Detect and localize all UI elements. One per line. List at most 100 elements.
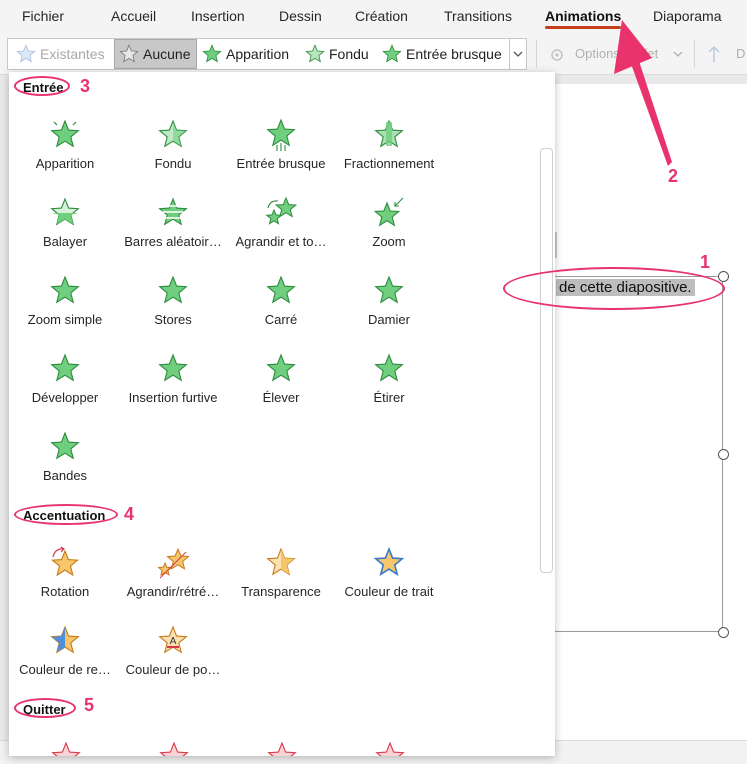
effect-agrandir-et-tourner[interactable]: Agrandir et to… <box>227 196 335 249</box>
effect-label: Développer <box>31 390 99 405</box>
basic-zoom-star-icon <box>50 275 80 304</box>
effect-label: Transparence <box>241 584 321 599</box>
tab-insertion[interactable]: Insertion <box>191 8 245 24</box>
annotation-number: 2 <box>668 166 679 186</box>
effect-agrandir-retrecir[interactable]: Agrandir/rétré… <box>119 546 227 599</box>
effect-label: Bandes <box>42 468 88 483</box>
gallery-label: Fondu <box>329 46 369 62</box>
effect-couleur-de-trait[interactable]: Couleur de trait <box>335 546 443 599</box>
animation-effects-dropdown: Entrée Accentuation Quitter Apparition F… <box>9 72 555 756</box>
gallery-item-apparition[interactable]: Apparition <box>198 39 300 69</box>
effect-label: Agrandir/rétré… <box>126 584 220 599</box>
effect-barres-aleatoires[interactable]: Barres aléatoir… <box>119 196 227 249</box>
effect-label: Zoom <box>372 234 406 249</box>
exit-star-icon <box>159 741 189 756</box>
fly-in-star-icon <box>266 118 296 151</box>
gallery-dropdown-button[interactable] <box>509 39 526 69</box>
effect-label: Damier <box>368 312 410 327</box>
effect-label: Zoom simple <box>27 312 103 327</box>
effect-label: Fractionnement <box>343 156 435 171</box>
stretch-star-icon <box>374 353 404 382</box>
effect-transparence[interactable]: Transparence <box>227 546 335 599</box>
effect-couleur-de-police[interactable]: A Couleur de po… <box>119 624 227 677</box>
tab-creation[interactable]: Création <box>355 8 408 24</box>
font-color-star-icon: A <box>158 625 188 654</box>
effect-zoom-simple[interactable]: Zoom simple <box>11 274 119 327</box>
tab-dessin[interactable]: Dessin <box>279 8 322 24</box>
pointer-arrow <box>614 20 672 166</box>
fill-color-star-icon <box>50 625 80 654</box>
effect-couleur-de-remplissage[interactable]: Couleur de re… <box>11 624 119 677</box>
resize-handle[interactable] <box>718 271 729 282</box>
exit-star-icon <box>267 741 297 756</box>
random-bars-star-icon <box>158 197 188 226</box>
effect-label: Agrandir et to… <box>235 234 327 249</box>
text-placeholder-frame[interactable] <box>555 276 723 632</box>
transparency-star-icon <box>266 547 296 576</box>
effect-label: Balayer <box>42 234 88 249</box>
zoom-star-icon <box>373 197 404 227</box>
wipe-star-icon <box>50 197 80 226</box>
effect-bandes[interactable]: Bandes <box>11 430 119 483</box>
gallery-item-existantes[interactable]: Existantes <box>12 39 114 69</box>
split-star-icon <box>374 119 404 148</box>
effect-elever[interactable]: Élever <box>227 352 335 405</box>
effect-insertion-furtive[interactable]: Insertion furtive <box>119 352 227 405</box>
tab-fichier[interactable]: Fichier <box>22 8 64 24</box>
box-star-icon <box>266 275 296 304</box>
tab-accueil[interactable]: Accueil <box>111 8 156 24</box>
animation-gallery: Existantes Aucune Apparition Fondu Entré… <box>7 38 527 70</box>
exit-star-icon <box>51 741 81 756</box>
gallery-item-entree-brusque[interactable]: Entrée brusque <box>378 39 510 69</box>
gallery-label: Existantes <box>40 46 105 62</box>
effect-apparition[interactable]: Apparition <box>11 118 119 171</box>
dropdown-scrollbar[interactable] <box>540 148 553 573</box>
effect-label: Étirer <box>373 390 405 405</box>
star-icon <box>16 44 36 63</box>
effect-label: Apparition <box>35 156 95 171</box>
star-icon <box>202 44 222 63</box>
effect-label: Barres aléatoir… <box>124 234 222 249</box>
gallery-label: Apparition <box>226 46 290 62</box>
effect-fractionnement[interactable]: Fractionnement <box>335 118 443 171</box>
highlight-ellipse <box>503 267 725 310</box>
gallery-item-fondu[interactable]: Fondu <box>301 39 373 69</box>
effect-label: Fondu <box>154 156 192 171</box>
expand-star-icon <box>50 353 80 382</box>
fade-star-icon <box>158 119 188 148</box>
effect-label: Couleur de po… <box>125 662 221 677</box>
effect-etirer[interactable]: Étirer <box>335 352 443 405</box>
effect-balayer[interactable]: Balayer <box>11 196 119 249</box>
tab-transitions[interactable]: Transitions <box>444 8 512 24</box>
strips-star-icon <box>50 431 80 460</box>
annotation-number: 5 <box>84 695 95 715</box>
highlight-ellipse <box>14 504 118 525</box>
star-outline-icon <box>119 44 139 63</box>
effect-rotation[interactable]: Rotation <box>11 546 119 599</box>
peek-in-star-icon <box>158 353 188 382</box>
svg-text:A: A <box>170 636 177 647</box>
rise-up-star-icon <box>266 353 296 382</box>
effect-fondu[interactable]: Fondu <box>119 118 227 171</box>
spin-star-icon <box>50 546 80 577</box>
effect-developper[interactable]: Développer <box>11 352 119 405</box>
resize-handle[interactable] <box>718 449 729 460</box>
effect-stores[interactable]: Stores <box>119 274 227 327</box>
line-color-star-icon <box>373 546 405 577</box>
grow-shrink-star-icon <box>157 547 190 579</box>
effect-label: Couleur de re… <box>19 662 111 677</box>
gallery-item-aucune[interactable]: Aucune <box>114 39 197 69</box>
ribbon-divider <box>694 40 695 68</box>
exit-star-icon <box>375 741 405 756</box>
annotation-number: 1 <box>700 252 711 272</box>
effect-damier[interactable]: Damier <box>335 274 443 327</box>
effect-label: Stores <box>154 312 192 327</box>
effect-carre[interactable]: Carré <box>227 274 335 327</box>
gallery-label: Entrée brusque <box>406 46 502 62</box>
effect-label: Insertion furtive <box>128 390 218 405</box>
resize-handle[interactable] <box>718 627 729 638</box>
effect-entree-brusque[interactable]: Entrée brusque <box>227 118 335 171</box>
star-icon <box>305 44 325 63</box>
effect-zoom[interactable]: Zoom <box>335 196 443 249</box>
highlight-ellipse <box>14 698 76 718</box>
